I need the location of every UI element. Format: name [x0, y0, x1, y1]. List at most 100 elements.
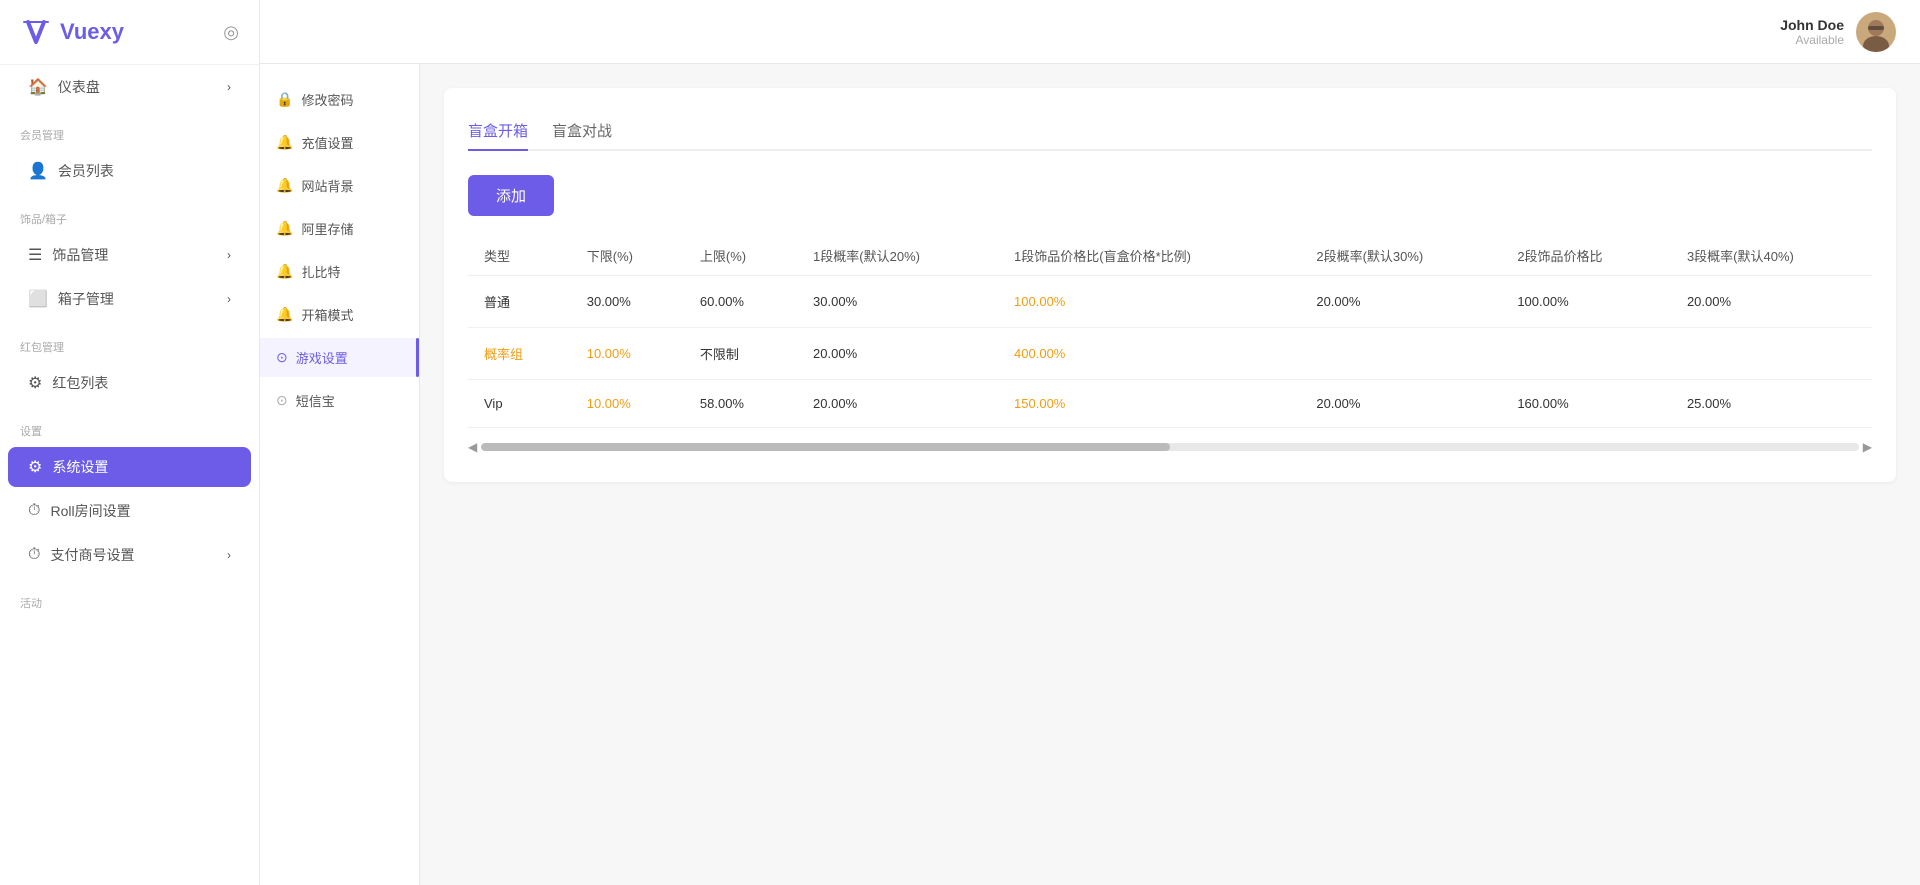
- sidebar-item-label: 仪表盘: [58, 77, 100, 97]
- bell-icon: 🔔: [276, 134, 293, 151]
- sub-item-site-bg[interactable]: 🔔 网站背景: [260, 166, 419, 205]
- data-table: 类型 下限(%) 上限(%) 1段概率(默认20%) 1段饰品价格比(盲盒价格*…: [468, 236, 1872, 428]
- cell-type: 概率组: [468, 328, 571, 380]
- table-row: 普通 30.00% 60.00% 30.00% 100.00% 20.00% 1…: [468, 276, 1872, 328]
- cell-price1: 400.00%: [998, 328, 1300, 380]
- scroll-left-arrow[interactable]: ◀: [468, 440, 477, 454]
- chevron-icon: ›: [227, 248, 231, 262]
- main-area: John Doe Available 🔒 修改密码 🔔 充值设置: [260, 0, 1920, 885]
- sub-item-change-password[interactable]: 🔒 修改密码: [260, 80, 419, 119]
- settings-icon: ⚙: [28, 457, 42, 477]
- circle2-icon: ⊙: [276, 392, 288, 409]
- sidebar-item-box-mgmt[interactable]: ⬜ 箱子管理 ›: [8, 279, 251, 319]
- user-name: John Doe: [1780, 17, 1844, 33]
- cell-rate1: 20.00%: [797, 380, 998, 428]
- cell-rate2: [1300, 328, 1501, 380]
- cell-upper: 60.00%: [684, 276, 797, 328]
- cell-rate1: 20.00%: [797, 328, 998, 380]
- col-price1: 1段饰品价格比(盲盒价格*比例): [998, 236, 1300, 276]
- bell3-icon: 🔔: [276, 220, 293, 237]
- sidebar-item-payment[interactable]: ⏱ 支付商号设置 ›: [8, 535, 251, 575]
- user-info: John Doe Available: [1780, 17, 1844, 47]
- cell-type: 普通: [468, 276, 571, 328]
- scroll-thumb: [481, 443, 1170, 451]
- col-rate2: 2段概率(默认30%): [1300, 236, 1501, 276]
- section-red: 红包管理: [0, 321, 259, 361]
- table-wrapper: 类型 下限(%) 上限(%) 1段概率(默认20%) 1段饰品价格比(盲盒价格*…: [468, 236, 1872, 458]
- cell-type: Vip: [468, 380, 571, 428]
- list-icon: ☰: [28, 245, 42, 265]
- sidebar-item-label: 会员列表: [58, 161, 114, 181]
- sidebar-item-label: 箱子管理: [58, 289, 114, 309]
- scroll-bar[interactable]: [481, 443, 1859, 451]
- target-icon[interactable]: ◎: [223, 22, 239, 43]
- section-member: 会员管理: [0, 109, 259, 149]
- cell-price1: 150.00%: [998, 380, 1300, 428]
- cell-upper: 不限制: [684, 328, 797, 380]
- sidebar-item-label: 系统设置: [52, 457, 108, 477]
- sub-item-sms[interactable]: ⊙ 短信宝: [260, 381, 419, 420]
- col-price2: 2段饰品价格比: [1501, 236, 1671, 276]
- sidebar-item-label: 支付商号设置: [50, 545, 134, 565]
- chevron-icon: ›: [227, 80, 231, 94]
- tab-blind-box[interactable]: 盲盒开箱: [468, 112, 528, 151]
- bell2-icon: 🔔: [276, 177, 293, 194]
- cell-rate3: 20.00%: [1671, 276, 1872, 328]
- cell-lower: 30.00%: [571, 276, 684, 328]
- lock-icon: 🔒: [276, 91, 293, 108]
- cell-rate3: [1671, 328, 1872, 380]
- tab-blind-battle[interactable]: 盲盒对战: [552, 112, 612, 151]
- cell-lower: 10.00%: [571, 380, 684, 428]
- sidebar-item-roll-room[interactable]: ⏱ Roll房间设置: [8, 491, 251, 531]
- page-content: 盲盒开箱 盲盒对战 添加 类型 下限(%) 上限(%) 1段概率(默认20%): [420, 64, 1920, 885]
- col-upper: 上限(%): [684, 236, 797, 276]
- logo-icon: [20, 16, 52, 48]
- add-button[interactable]: 添加: [468, 175, 554, 216]
- cell-rate2: 20.00%: [1300, 380, 1501, 428]
- sub-item-open-mode[interactable]: 🔔 开箱模式: [260, 295, 419, 334]
- sidebar-item-label: 红包列表: [52, 373, 108, 393]
- sub-item-ali-storage[interactable]: 🔔 阿里存储: [260, 209, 419, 248]
- person-icon: 👤: [28, 161, 48, 181]
- avatar-image: [1856, 12, 1896, 52]
- section-activity: 活动: [0, 577, 259, 617]
- col-lower: 下限(%): [571, 236, 684, 276]
- cell-price2: 160.00%: [1501, 380, 1671, 428]
- cell-price1: 100.00%: [998, 276, 1300, 328]
- user-status: Available: [1780, 33, 1844, 47]
- circle-icon: ⊙: [276, 349, 288, 366]
- active-indicator: [416, 338, 419, 377]
- clock2-icon: ⏱: [28, 546, 40, 564]
- scroll-area: ◀ ▶: [468, 436, 1872, 458]
- sub-item-zhabit[interactable]: 🔔 扎比特: [260, 252, 419, 291]
- sidebar-item-dashboard[interactable]: 🏠 仪表盘 ›: [8, 67, 251, 107]
- bell4-icon: 🔔: [276, 263, 293, 280]
- cell-rate3: 25.00%: [1671, 380, 1872, 428]
- cell-lower: 10.00%: [571, 328, 684, 380]
- topbar: John Doe Available: [260, 0, 1920, 64]
- sidebar-item-red-list[interactable]: ⚙ 红包列表: [8, 363, 251, 403]
- sub-sidebar: 🔒 修改密码 🔔 充值设置 🔔 网站背景 🔔 阿里存储 🔔 扎比特 🔔: [260, 64, 420, 885]
- box-icon: ⬜: [28, 289, 48, 309]
- avatar[interactable]: [1856, 12, 1896, 52]
- chevron-icon: ›: [227, 548, 231, 562]
- sidebar: Vuexy ◎ 🏠 仪表盘 › 会员管理 👤 会员列表 饰品/箱子 ☰ 饰品管理…: [0, 0, 260, 885]
- section-item: 饰品/箱子: [0, 193, 259, 233]
- cell-rate2: 20.00%: [1300, 276, 1501, 328]
- col-rate1: 1段概率(默认20%): [797, 236, 998, 276]
- tab-group: 盲盒开箱 盲盒对战: [468, 112, 1872, 151]
- home-icon: 🏠: [28, 77, 48, 97]
- main-card: 盲盒开箱 盲盒对战 添加 类型 下限(%) 上限(%) 1段概率(默认20%): [444, 88, 1896, 482]
- sidebar-item-member-list[interactable]: 👤 会员列表: [8, 151, 251, 191]
- cell-price2: 100.00%: [1501, 276, 1671, 328]
- scroll-right-arrow[interactable]: ▶: [1863, 440, 1872, 454]
- sidebar-item-system-settings[interactable]: ⚙ 系统设置: [8, 447, 251, 487]
- content-area: 🔒 修改密码 🔔 充值设置 🔔 网站背景 🔔 阿里存储 🔔 扎比特 🔔: [260, 64, 1920, 885]
- sub-item-game-settings[interactable]: ⊙ 游戏设置: [260, 338, 419, 377]
- sub-item-recharge[interactable]: 🔔 充值设置: [260, 123, 419, 162]
- gear-icon: ⚙: [28, 373, 42, 393]
- table-row: Vip 10.00% 58.00% 20.00% 150.00% 20.00% …: [468, 380, 1872, 428]
- logo-area: Vuexy ◎: [0, 0, 259, 65]
- cell-price2: [1501, 328, 1671, 380]
- sidebar-item-item-mgmt[interactable]: ☰ 饰品管理 ›: [8, 235, 251, 275]
